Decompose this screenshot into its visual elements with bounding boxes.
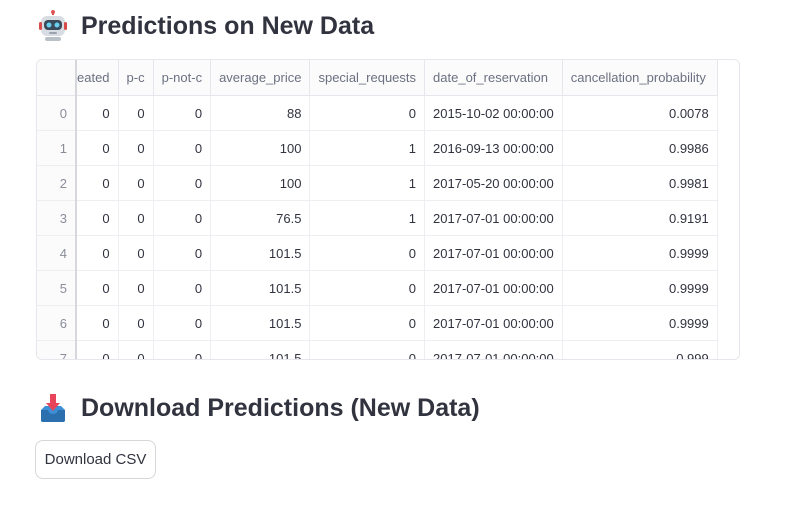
table-cell[interactable]: 2016-09-13 00:00:00: [424, 130, 563, 166]
index-header: [37, 60, 77, 96]
table-cell[interactable]: 1: [309, 200, 426, 236]
table-cell[interactable]: 88: [210, 95, 311, 131]
download-header: Download Predictions (New Data): [37, 390, 480, 426]
table-cell[interactable]: 0.999: [562, 340, 718, 359]
column-header[interactable]: cancellation_probability: [562, 60, 718, 96]
table-row[interactable]: 6 0 0 0 101.5 0 2017-07-01 00:00:00 0.9999: [37, 305, 718, 341]
table-cell[interactable]: 100: [210, 130, 311, 166]
table-cell[interactable]: 0.9999: [562, 305, 718, 341]
table-cell[interactable]: 101.5: [210, 270, 311, 306]
table-cell[interactable]: 0: [118, 130, 154, 166]
row-index: 0: [37, 95, 77, 131]
table-cell[interactable]: 101.5: [210, 305, 311, 341]
table-row[interactable]: 5 0 0 0 101.5 0 2017-07-01 00:00:00 0.9999: [37, 270, 718, 306]
table-cell[interactable]: 101.5: [210, 235, 311, 271]
table-cell[interactable]: 2017-07-01 00:00:00: [424, 235, 563, 271]
row-index: 4: [37, 235, 77, 271]
table-row[interactable]: 4 0 0 0 101.5 0 2017-07-01 00:00:00 0.9999: [37, 235, 718, 271]
table-cell[interactable]: 2015-10-02 00:00:00: [424, 95, 563, 131]
table-cell[interactable]: 0.9986: [562, 130, 718, 166]
table-cell[interactable]: 0: [153, 200, 212, 236]
table-cell[interactable]: 0: [153, 270, 212, 306]
table-cell[interactable]: 0: [76, 200, 119, 236]
table-cell[interactable]: 0: [153, 95, 212, 131]
predictions-header: Predictions on New Data: [37, 8, 374, 44]
column-header[interactable]: p-c: [118, 60, 154, 96]
download-csv-button[interactable]: Download CSV: [35, 440, 156, 479]
table-cell[interactable]: 0.9999: [562, 270, 718, 306]
table-row[interactable]: 2 0 0 0 100 1 2017-05-20 00:00:00 0.9981: [37, 165, 718, 201]
table-cell[interactable]: 0: [153, 305, 212, 341]
table-cell[interactable]: 0: [309, 235, 426, 271]
table-cell[interactable]: 2017-07-01 00:00:00: [424, 305, 563, 341]
predictions-table: eated p-c p-not-c average_price special_…: [37, 60, 718, 359]
row-index: 2: [37, 165, 77, 201]
table-cell[interactable]: 0.0078: [562, 95, 718, 131]
column-header[interactable]: p-not-c: [153, 60, 212, 96]
page: Predictions on New Data eated p-c p-not-…: [0, 0, 791, 521]
row-index: 5: [37, 270, 77, 306]
table-cell[interactable]: 1: [309, 130, 426, 166]
table-cell[interactable]: 0: [118, 305, 154, 341]
table-header-row: eated p-c p-not-c average_price special_…: [37, 60, 718, 96]
table-cell[interactable]: 2017-07-01 00:00:00: [424, 270, 563, 306]
table-cell[interactable]: 0: [118, 95, 154, 131]
column-header[interactable]: eated: [76, 60, 119, 96]
table-cell[interactable]: 0.9981: [562, 165, 718, 201]
table-cell[interactable]: 0: [76, 130, 119, 166]
table-cell[interactable]: 1: [309, 165, 426, 201]
table-cell[interactable]: 2017-07-01 00:00:00: [424, 200, 563, 236]
predictions-title: Predictions on New Data: [81, 11, 375, 40]
row-index: 6: [37, 305, 77, 341]
table-cell[interactable]: 0: [153, 130, 212, 166]
inbox-tray-icon: [41, 394, 65, 422]
table-cell[interactable]: 0: [76, 95, 119, 131]
table-cell[interactable]: 0: [76, 305, 119, 341]
table-cell[interactable]: 0.9191: [562, 200, 718, 236]
table-cell[interactable]: 0: [309, 340, 426, 359]
row-index: 7: [37, 340, 77, 359]
table-cell[interactable]: 101.5: [210, 340, 311, 359]
download-title: Download Predictions (New Data): [81, 393, 480, 422]
table-row[interactable]: 7 0 0 0 101.5 0 2017-07-01 00:00:00 0.999: [37, 340, 718, 359]
column-header[interactable]: date_of_reservation: [424, 60, 563, 96]
table-cell[interactable]: 0: [76, 340, 119, 359]
table-row[interactable]: 3 0 0 0 76.5 1 2017-07-01 00:00:00 0.9191: [37, 200, 718, 236]
table-cell[interactable]: 0: [118, 200, 154, 236]
table-cell[interactable]: 0: [76, 165, 119, 201]
robot-icon: [39, 10, 67, 41]
column-header[interactable]: special_requests: [309, 60, 426, 96]
table-cell[interactable]: 2017-07-01 00:00:00: [424, 340, 563, 359]
table-cell[interactable]: 0: [153, 340, 212, 359]
table-cell[interactable]: 0: [118, 270, 154, 306]
table-cell[interactable]: 0: [153, 165, 212, 201]
table-row[interactable]: 1 0 0 0 100 1 2016-09-13 00:00:00 0.9986: [37, 130, 718, 166]
table-cell[interactable]: 0: [309, 270, 426, 306]
table-cell[interactable]: 100: [210, 165, 311, 201]
table-cell[interactable]: 0: [118, 165, 154, 201]
table-cell[interactable]: 0: [153, 235, 212, 271]
table-cell[interactable]: 0.9999: [562, 235, 718, 271]
table-cell[interactable]: 2017-05-20 00:00:00: [424, 165, 563, 201]
table-cell[interactable]: 0: [76, 235, 119, 271]
predictions-dataframe[interactable]: eated p-c p-not-c average_price special_…: [36, 59, 740, 360]
column-header[interactable]: average_price: [210, 60, 311, 96]
table-cell[interactable]: 0: [118, 340, 154, 359]
row-index: 1: [37, 130, 77, 166]
table-cell[interactable]: 0: [76, 270, 119, 306]
table-row[interactable]: 0 0 0 0 88 0 2015-10-02 00:00:00 0.0078: [37, 95, 718, 131]
table-cell[interactable]: 76.5: [210, 200, 311, 236]
table-cell[interactable]: 0: [118, 235, 154, 271]
table-cell[interactable]: 0: [309, 305, 426, 341]
row-index: 3: [37, 200, 77, 236]
table-cell[interactable]: 0: [309, 95, 426, 131]
